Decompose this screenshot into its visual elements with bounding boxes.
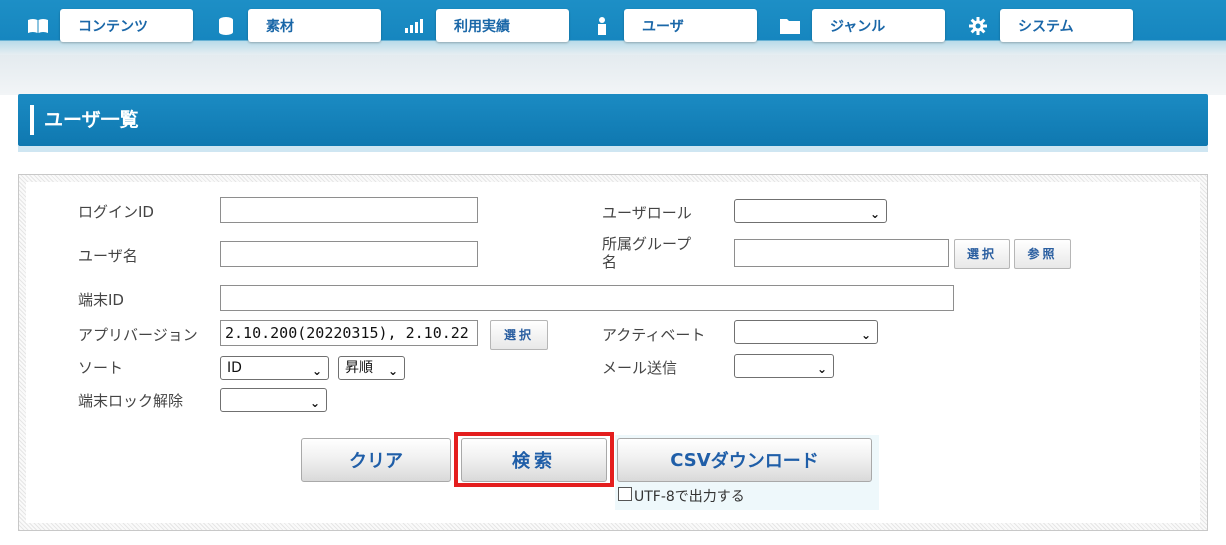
app-version-input[interactable]: 2.10.200(20220315), 2.10.22 xyxy=(220,320,478,346)
sort-field-value: ID xyxy=(227,360,242,376)
bar-chart-icon xyxy=(394,9,434,42)
nav-label[interactable]: 利用実績 xyxy=(436,9,569,42)
nav-item-users[interactable]: ユーザ xyxy=(582,9,757,42)
login-id-label: ログインID xyxy=(78,203,154,221)
chevron-down-icon: ⌄ xyxy=(860,328,871,342)
chevron-down-icon: ⌄ xyxy=(816,362,827,376)
nav-item-contents[interactable]: コンテンツ xyxy=(18,9,193,42)
page-title: ユーザ一覧 xyxy=(44,109,139,131)
utf8-checkbox-label[interactable]: UTF-8で出力する xyxy=(634,486,745,506)
group-input[interactable] xyxy=(734,239,949,267)
mail-select[interactable]: ⌄ xyxy=(734,354,834,378)
chevron-down-icon: ⌄ xyxy=(869,207,880,221)
group-browse-button[interactable]: 参照 xyxy=(1014,239,1071,269)
nav-label[interactable]: コンテンツ xyxy=(60,9,193,42)
nav-item-system[interactable]: システム xyxy=(958,9,1133,42)
login-id-input[interactable] xyxy=(220,197,478,223)
page-title-bar: ユーザ一覧 xyxy=(18,94,1208,146)
sort-label: ソート xyxy=(78,359,124,377)
nav-label[interactable]: 素材 xyxy=(248,9,381,42)
group-label: 所属グループ 名 xyxy=(602,235,691,271)
title-accent xyxy=(30,105,34,135)
user-role-select[interactable]: ⌄ xyxy=(734,199,887,223)
top-nav: コンテンツ 素材 利用実績 ユーザ ジャンル システム xyxy=(0,0,1226,55)
user-name-input[interactable] xyxy=(220,241,478,267)
csv-download-button[interactable]: CSV ダウンロード xyxy=(617,438,872,482)
sort-field-select[interactable]: ID ⌄ xyxy=(220,356,329,380)
nav-label[interactable]: システム xyxy=(1000,9,1133,42)
mail-label: メール送信 xyxy=(602,359,678,377)
database-icon xyxy=(206,9,246,42)
chevron-down-icon: ⌄ xyxy=(387,364,398,378)
csv-button-prefix: CSV xyxy=(670,449,711,471)
chevron-down-icon: ⌄ xyxy=(309,396,320,410)
nav-item-usage[interactable]: 利用実績 xyxy=(394,9,569,42)
activate-select[interactable]: ⌄ xyxy=(734,320,878,344)
app-version-label: アプリバージョン xyxy=(78,326,198,344)
clear-button[interactable]: クリア xyxy=(301,438,451,482)
nav-item-genre[interactable]: ジャンル xyxy=(770,9,945,42)
folder-icon xyxy=(770,9,810,42)
activate-label: アクティベート xyxy=(602,326,706,344)
group-label-line2: 名 xyxy=(602,253,618,271)
group-select-button[interactable]: 選択 xyxy=(954,239,1010,269)
sort-order-value: 昇順 xyxy=(345,360,373,376)
sort-order-select[interactable]: 昇順 ⌄ xyxy=(338,356,405,380)
nav-label[interactable]: ジャンル xyxy=(812,9,945,42)
nav-item-materials[interactable]: 素材 xyxy=(206,9,381,42)
title-underline xyxy=(18,146,1208,152)
device-id-label: 端末ID xyxy=(78,291,124,309)
chevron-down-icon: ⌄ xyxy=(311,364,322,378)
csv-button-suffix: ダウンロード xyxy=(710,451,819,472)
gear-icon xyxy=(958,9,998,42)
group-label-line1: 所属グループ xyxy=(602,235,692,253)
nav-shadow-band xyxy=(0,55,1226,95)
book-icon xyxy=(18,9,58,42)
user-name-label: ユーザ名 xyxy=(78,247,138,265)
user-icon xyxy=(582,9,622,42)
nav-label[interactable]: ユーザ xyxy=(624,9,757,42)
utf8-checkbox[interactable] xyxy=(618,487,632,501)
device-unlock-select[interactable]: ⌄ xyxy=(220,388,327,412)
app-version-select-button[interactable]: 選択 xyxy=(490,320,548,350)
user-role-label: ユーザロール xyxy=(602,204,692,222)
device-unlock-label: 端末ロック解除 xyxy=(78,392,184,410)
search-button-highlight xyxy=(454,432,614,487)
device-id-input[interactable] xyxy=(220,285,954,311)
